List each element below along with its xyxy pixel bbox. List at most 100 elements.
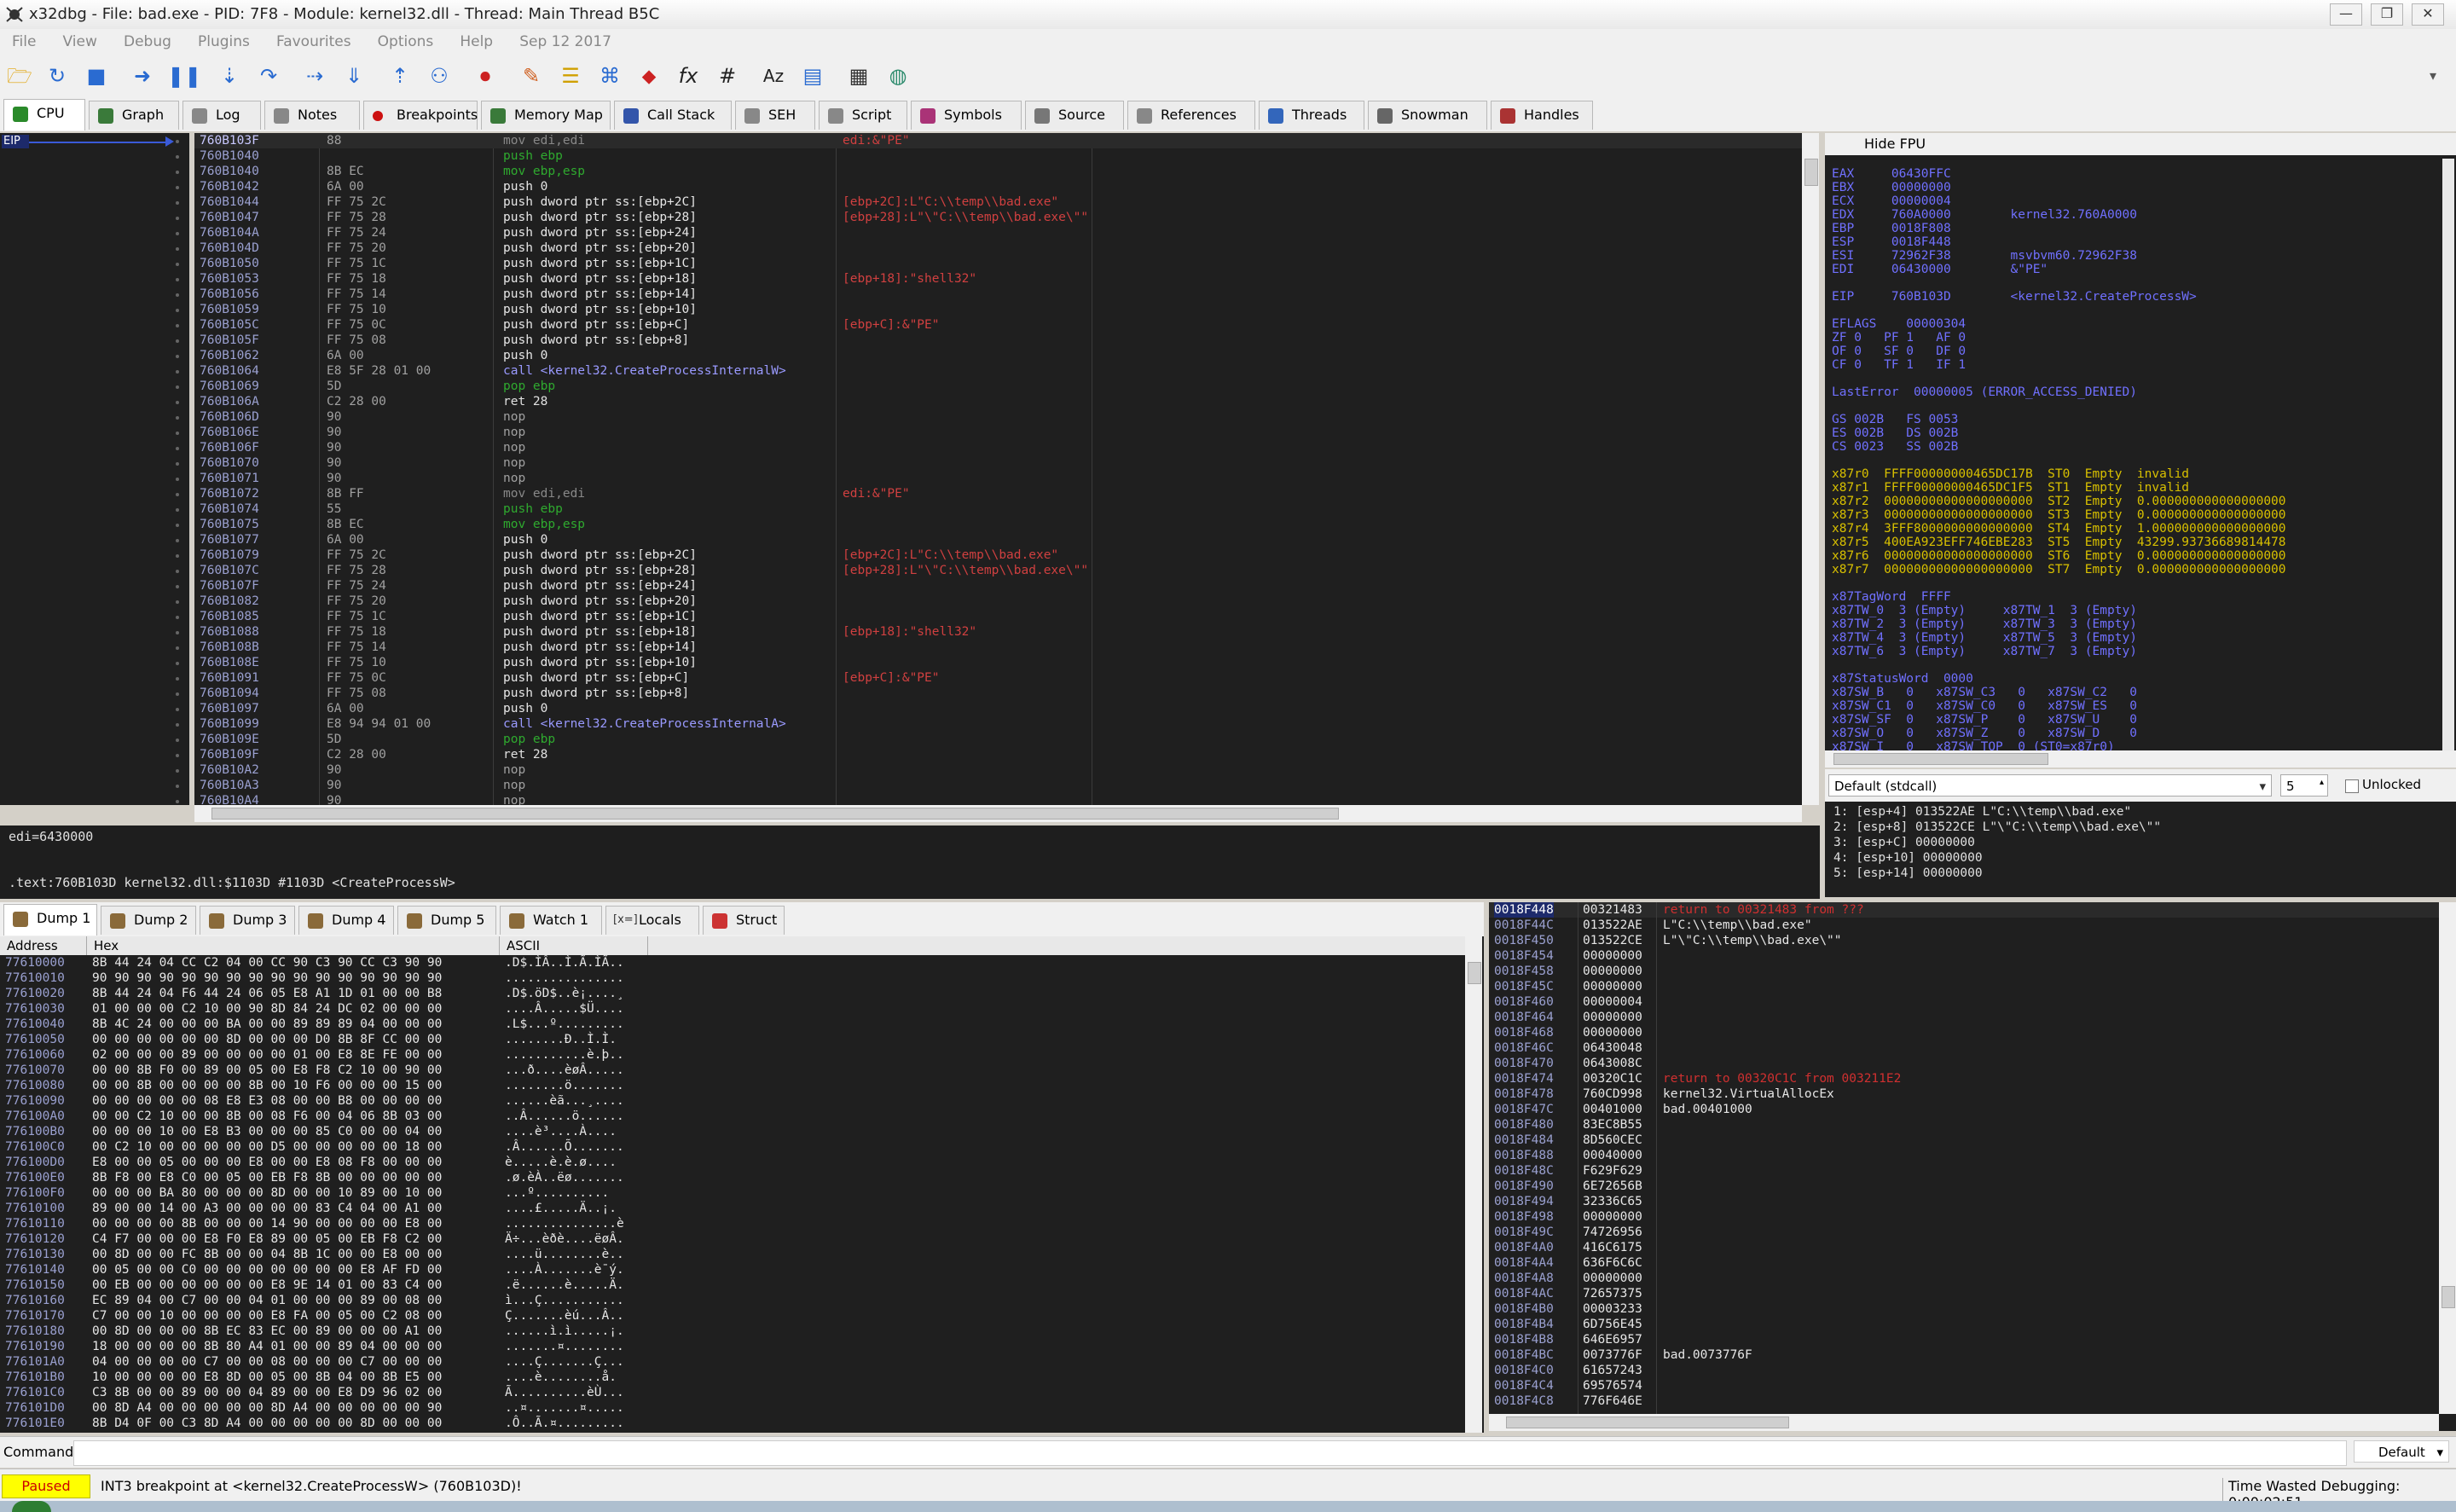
dump-row[interactable]: 77610020 8B 44 24 04 F6 44 24 06 05 E8 A1…	[0, 986, 1467, 1001]
breakpoint-dot-icon[interactable]	[176, 247, 179, 251]
stop-icon[interactable]: ■	[82, 61, 111, 90]
tab-dump-5[interactable]: Dump 5	[397, 906, 496, 935]
dump-row[interactable]: 77610100 89 00 00 14 00 A3 00 00 00 00 83…	[0, 1201, 1467, 1216]
font-icon[interactable]: Az	[759, 61, 788, 90]
label-icon[interactable]: ⌘	[595, 61, 624, 90]
breakpoint-dot-icon[interactable]	[176, 692, 179, 696]
dump-row[interactable]: 776100A0 00 00 C2 10 00 00 8B 00 08 F6 00…	[0, 1109, 1467, 1124]
dump-row[interactable]: 77610010 90 90 90 90 90 90 90 90 90 90 90…	[0, 970, 1467, 986]
calling-convention-select[interactable]: Default (stdcall) ▾	[1828, 774, 2272, 797]
dump-row[interactable]: 776100F0 00 00 00 BA 80 00 00 00 8D 00 00…	[0, 1185, 1467, 1201]
stack-vscroll[interactable]	[2439, 902, 2456, 1414]
breakpoint-dot-icon[interactable]	[176, 324, 179, 327]
registers-hscroll[interactable]	[1825, 750, 2456, 768]
stack-row[interactable]: 0018F46C 06430048	[1489, 1040, 2444, 1056]
dump-row[interactable]: 77610050 00 00 00 00 00 00 8D 00 00 00 D0…	[0, 1032, 1467, 1047]
disasm-row[interactable]: 760B1040 8B EC mov ebp,esp	[194, 164, 1802, 179]
disasm-row[interactable]: 760B1091 FF 75 0C push dword ptr ss:[ebp+C…	[194, 670, 1802, 686]
breakpoint-dot-icon[interactable]	[176, 539, 179, 542]
disassembly-vscroll-thumb[interactable]	[1804, 159, 1818, 186]
breakpoint-dot-icon[interactable]	[176, 570, 179, 573]
breakpoint-dot-icon[interactable]	[176, 769, 179, 773]
register-line[interactable]: EFLAGS 00000304	[1832, 317, 1966, 331]
restart-icon[interactable]: ↻	[43, 61, 72, 90]
register-line[interactable]: ES 002B DS 002B	[1832, 426, 1958, 440]
breakpoint-dot-icon[interactable]	[176, 708, 179, 711]
menu-file[interactable]: File	[0, 29, 46, 50]
tab-memory-map[interactable]: Memory Map	[481, 101, 611, 130]
breakpoint-dot-icon[interactable]	[176, 447, 179, 450]
stack-row[interactable]: 0018F494 32336C65	[1489, 1194, 2444, 1209]
stack-row[interactable]: 0018F4A0 416C6175	[1489, 1240, 2444, 1255]
stack-arg-line[interactable]: 2: [esp+8] 013522CE L"\"C:\\temp\\bad.ex…	[1833, 820, 2161, 834]
disasm-row[interactable]: 760B1053 FF 75 18 push dword ptr ss:[ebp+1…	[194, 271, 1802, 287]
breakpoint-dot-icon[interactable]	[176, 677, 179, 681]
step-over-icon[interactable]: ↷	[254, 61, 283, 90]
register-line[interactable]: EDX 760A0000 kernel32.760A0000	[1832, 208, 2137, 222]
tab-watch-1[interactable]: Watch 1	[500, 906, 602, 935]
registers-vscroll[interactable]	[2442, 159, 2454, 756]
breakpoint-dot-icon[interactable]	[176, 278, 179, 281]
tab-locals[interactable]: [x=] Locals	[605, 906, 699, 935]
dump-row[interactable]: 776100C0 00 C2 10 00 00 00 00 00 D5 00 00…	[0, 1139, 1467, 1155]
disasm-row[interactable]: 760B108E FF 75 10 push dword ptr ss:[ebp+1…	[194, 655, 1802, 670]
open-icon[interactable]: 🗁	[5, 61, 34, 90]
menu-help[interactable]: Help	[448, 29, 503, 50]
disasm-row[interactable]: 760B107C FF 75 28 push dword ptr ss:[ebp+2…	[194, 563, 1802, 578]
dump-row[interactable]: 776101E0 8B D4 0F 00 C3 8D A4 00 00 00 00…	[0, 1416, 1467, 1431]
stack-row[interactable]: 0018F480 83EC8B55	[1489, 1117, 2444, 1133]
bookmark-icon[interactable]: ⬥	[634, 61, 663, 90]
disasm-row[interactable]: 760B1074 55 push ebp	[194, 501, 1802, 517]
run-icon[interactable]: ➜	[128, 61, 157, 90]
stack-row[interactable]: 0018F4B4 6D756E45	[1489, 1317, 2444, 1332]
breakpoint-dot-icon[interactable]	[176, 800, 179, 803]
breakpoint-dot-icon[interactable]	[176, 355, 179, 358]
register-line[interactable]: ZF 0 PF 1 AF 0	[1832, 331, 1966, 345]
stack-row[interactable]: 0018F450 013522CE L"\"C:\\temp\\bad.exe\""	[1489, 933, 2444, 948]
disasm-row[interactable]: 760B1085 FF 75 1C push dword ptr ss:[ebp+1…	[194, 609, 1802, 624]
function-icon[interactable]: fx	[674, 61, 703, 90]
stack-vscroll-thumb[interactable]	[2442, 1286, 2455, 1308]
breakpoint-dot-icon[interactable]	[176, 232, 179, 235]
tab-seh[interactable]: SEH	[735, 101, 815, 130]
dump-row[interactable]: 77610190 18 00 00 00 00 8B 80 A4 01 00 00…	[0, 1339, 1467, 1354]
register-line[interactable]: LastError 00000005 (ERROR_ACCESS_DENIED)	[1832, 385, 2137, 399]
stack-row[interactable]: 0018F478 760CD998 kernel32.VirtualAllocEx	[1489, 1086, 2444, 1102]
breakpoint-dot-icon[interactable]	[176, 478, 179, 481]
disasm-row[interactable]: 760B1072 8B FF mov edi,edi edi:&"PE"	[194, 486, 1802, 501]
disasm-row[interactable]: 760B108B FF 75 14 push dword ptr ss:[ebp+1…	[194, 640, 1802, 655]
dump-row[interactable]: 77610030 01 00 00 00 C2 10 00 90 8D 84 24…	[0, 1001, 1467, 1017]
dump-row[interactable]: 776101B0 10 00 00 00 00 E8 8D 00 05 00 8B…	[0, 1370, 1467, 1385]
menu-options[interactable]: Options	[366, 29, 444, 50]
dump-row[interactable]: 77610140 00 05 00 00 C0 00 00 00 00 00 00…	[0, 1262, 1467, 1277]
stack-row[interactable]: 0018F448 00321483 return to 00321483 from …	[1489, 902, 2444, 918]
register-line[interactable]: OF 0 SF 0 DF 0	[1832, 345, 1966, 358]
menu-debug[interactable]: Debug	[112, 29, 182, 50]
register-line[interactable]: x87r6 00000000000000000000 ST6 Empty 0.0…	[1832, 549, 2286, 563]
stack-row[interactable]: 0018F44C 013522AE L"C:\\temp\\bad.exe"	[1489, 918, 2444, 933]
tab-cpu[interactable]: CPU	[3, 99, 85, 130]
stack-arg-line[interactable]: 5: [esp+14] 00000000	[1833, 866, 1983, 880]
stack-row[interactable]: 0018F4C0 61657243	[1489, 1363, 2444, 1378]
dump-row[interactable]: 77610160 EC 89 04 00 C7 00 00 04 01 00 00…	[0, 1293, 1467, 1308]
register-line[interactable]: x87TW_6 3 (Empty) x87TW_7 3 (Empty)	[1832, 645, 2137, 658]
tab-dump-4[interactable]: Dump 4	[298, 906, 394, 935]
tab-script[interactable]: Script	[819, 101, 907, 130]
tab-breakpoints[interactable]: Breakpoints	[363, 101, 478, 130]
start-orb-icon[interactable]	[12, 1501, 51, 1512]
disasm-row[interactable]: 760B1094 FF 75 08 push dword ptr ss:[ebp+8…	[194, 686, 1802, 701]
dump-view[interactable]: Address Hex ASCII 77610000 8B 44 24 04 CC…	[0, 936, 1484, 1433]
register-line[interactable]: EIP 760B103D <kernel32.CreateProcessW>	[1832, 290, 2197, 304]
stack-row[interactable]: 0018F4B8 646E6957	[1489, 1332, 2444, 1347]
disasm-row[interactable]: 760B1064 E8 5F 28 01 00 call <kernel32.Cre…	[194, 363, 1802, 379]
hide-fpu-button[interactable]: Hide FPU	[1825, 133, 2456, 155]
dump-row[interactable]: 776101C0 C3 8B 00 00 89 00 00 04 89 00 00…	[0, 1385, 1467, 1400]
disasm-row[interactable]: 760B1071 90 nop	[194, 471, 1802, 486]
breakpoint-dot-icon[interactable]	[176, 263, 179, 266]
breakpoint-dot-icon[interactable]	[176, 739, 179, 742]
breakpoint-dot-icon[interactable]	[176, 616, 179, 619]
stack-row[interactable]: 0018F498 00000000	[1489, 1209, 2444, 1225]
dump-row[interactable]: 77610180 00 8D 00 00 00 8B EC 83 EC 00 89…	[0, 1324, 1467, 1339]
strings-icon[interactable]: ▤	[798, 61, 827, 90]
stack-hscroll-thumb[interactable]	[1506, 1416, 1789, 1428]
